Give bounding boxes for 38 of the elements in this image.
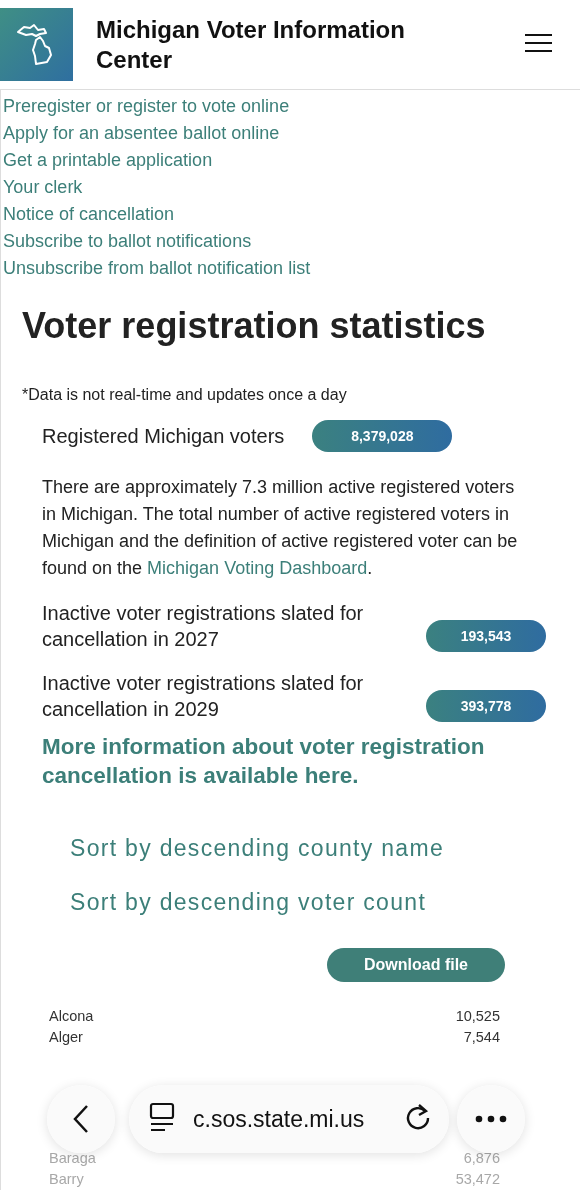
stat-label: Inactive voter registrations slated for cancellation in 2029	[42, 671, 365, 722]
more-info-link[interactable]: More information about voter registration cancellation is available here.	[42, 732, 522, 790]
stat-value-badge: 393,778	[426, 690, 546, 722]
download-button[interactable]: Download file	[327, 948, 505, 982]
site-title: Michigan Voter Information Center	[96, 14, 406, 75]
voter-count: 10,525	[455, 1007, 500, 1026]
sort-link[interactable]: Sort by descending county name	[70, 830, 444, 866]
county-name: Alcona	[49, 1007, 94, 1026]
county-name: Baraga	[49, 1149, 96, 1168]
voter-count: 7,544	[463, 1028, 500, 1047]
voter-count: 53,472	[455, 1170, 500, 1189]
back-icon	[73, 1104, 89, 1134]
nav-link[interactable]: Notice of cancellation	[3, 201, 175, 228]
stat-value-badge: 8,379,028	[312, 420, 453, 452]
nav-link[interactable]: Unsubscribe from ballot notification list	[3, 255, 311, 282]
stat-label: Inactive voter registrations slated for cancellation in 2027	[42, 601, 365, 652]
dashboard-link[interactable]: Michigan Voting Dashboard	[147, 558, 368, 578]
county-name: Alger	[49, 1028, 83, 1047]
voter-count: 6,876	[463, 1149, 500, 1168]
nav-link[interactable]: Subscribe to ballot notifications	[3, 228, 252, 255]
michigan-logo[interactable]	[0, 8, 73, 81]
menu-icon[interactable]	[525, 32, 552, 53]
nav-link[interactable]: Your clerk	[3, 174, 83, 201]
page-heading: Voter registration statistics	[22, 304, 487, 348]
nav-link[interactable]: Get a printable application	[3, 147, 213, 174]
info-paragraph: There are approximately 7.3 million active registered voters in Michigan. The total number of active registered voters in Michigan and the definition of active registered voter can be found on the Michigan Voting Dashboard.	[42, 476, 519, 580]
reader-icon[interactable]	[149, 1102, 175, 1132]
stat-value-badge: 193,543	[426, 620, 546, 652]
stat-label: Registered Michigan voters	[42, 424, 285, 449]
data-note: *Data is not real-time and updates once a day	[22, 386, 348, 404]
sort-link[interactable]: Sort by descending voter count	[70, 884, 427, 920]
nav-link[interactable]: Preregister or register to vote online	[3, 93, 290, 120]
url-text: c.sos.state.mi.us	[193, 1105, 366, 1133]
address-bar[interactable]: c.sos.state.mi.us	[129, 1085, 449, 1153]
nav-link[interactable]: Apply for an absentee ballot online	[3, 120, 280, 147]
county-name: Barry	[49, 1170, 84, 1189]
reload-icon[interactable]	[405, 1103, 431, 1131]
more-icon	[475, 1115, 507, 1123]
